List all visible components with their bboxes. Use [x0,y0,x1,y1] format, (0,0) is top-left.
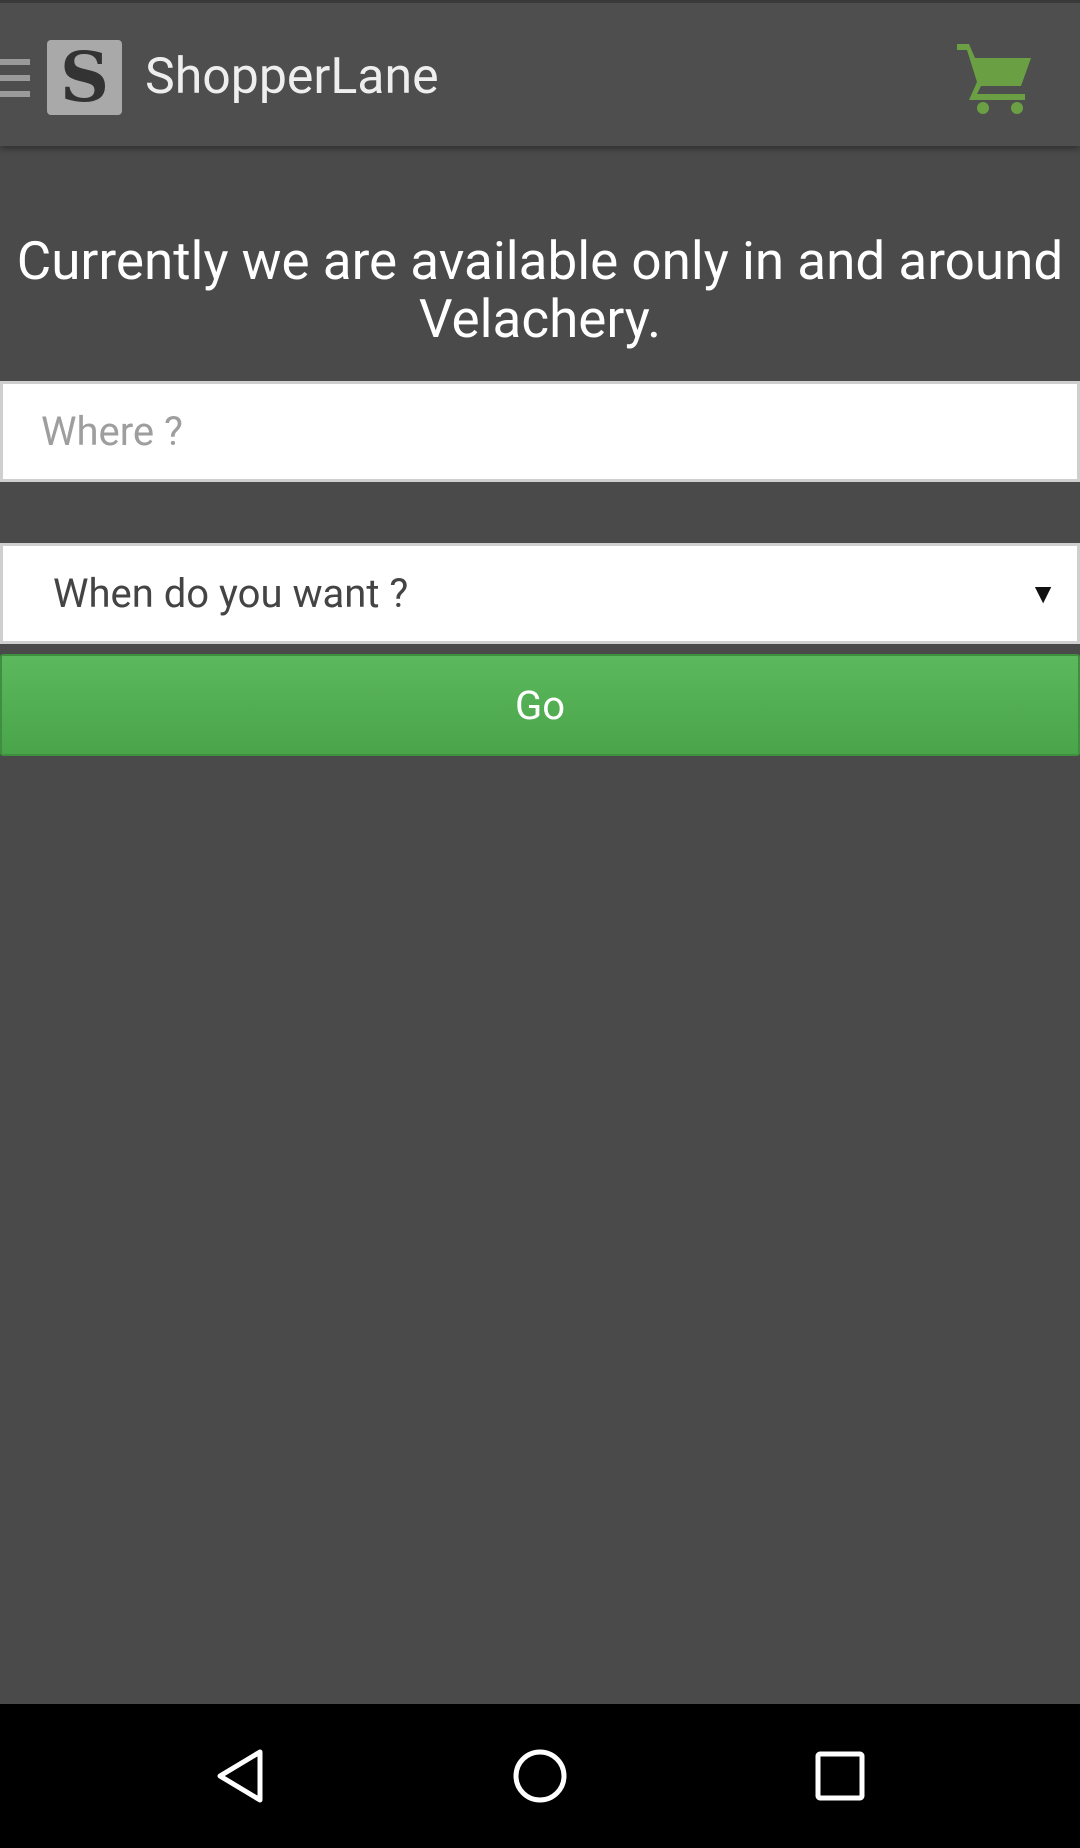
availability-notice: Currently we are available only in and a… [0,232,1080,348]
app-logo: S [47,40,122,115]
back-button[interactable] [160,1704,320,1848]
shopping-cart-icon [957,44,1031,114]
dropdown-arrow-icon: ▼ [1029,577,1057,610]
notice-line-1: Currently we are available only in and a… [16,230,1064,292]
recents-icon [815,1751,865,1801]
app-screen: S ShopperLane Currently we are available… [0,0,1080,1848]
when-select-value: When do you want ? [53,570,409,617]
home-icon [513,1749,567,1803]
where-input[interactable] [0,381,1080,482]
home-button[interactable] [460,1704,620,1848]
when-select[interactable]: When do you want ? ▼ [0,543,1080,644]
system-nav-bar [0,1704,1080,1848]
notice-line-2: Velachery. [418,288,662,350]
recents-button[interactable] [760,1704,920,1848]
app-title: ShopperLane [145,48,439,106]
cart-button[interactable] [955,36,1035,116]
back-icon [217,1749,263,1803]
go-button[interactable]: Go [0,654,1080,756]
top-app-bar: S ShopperLane [0,0,1080,146]
menu-icon[interactable] [0,55,30,103]
